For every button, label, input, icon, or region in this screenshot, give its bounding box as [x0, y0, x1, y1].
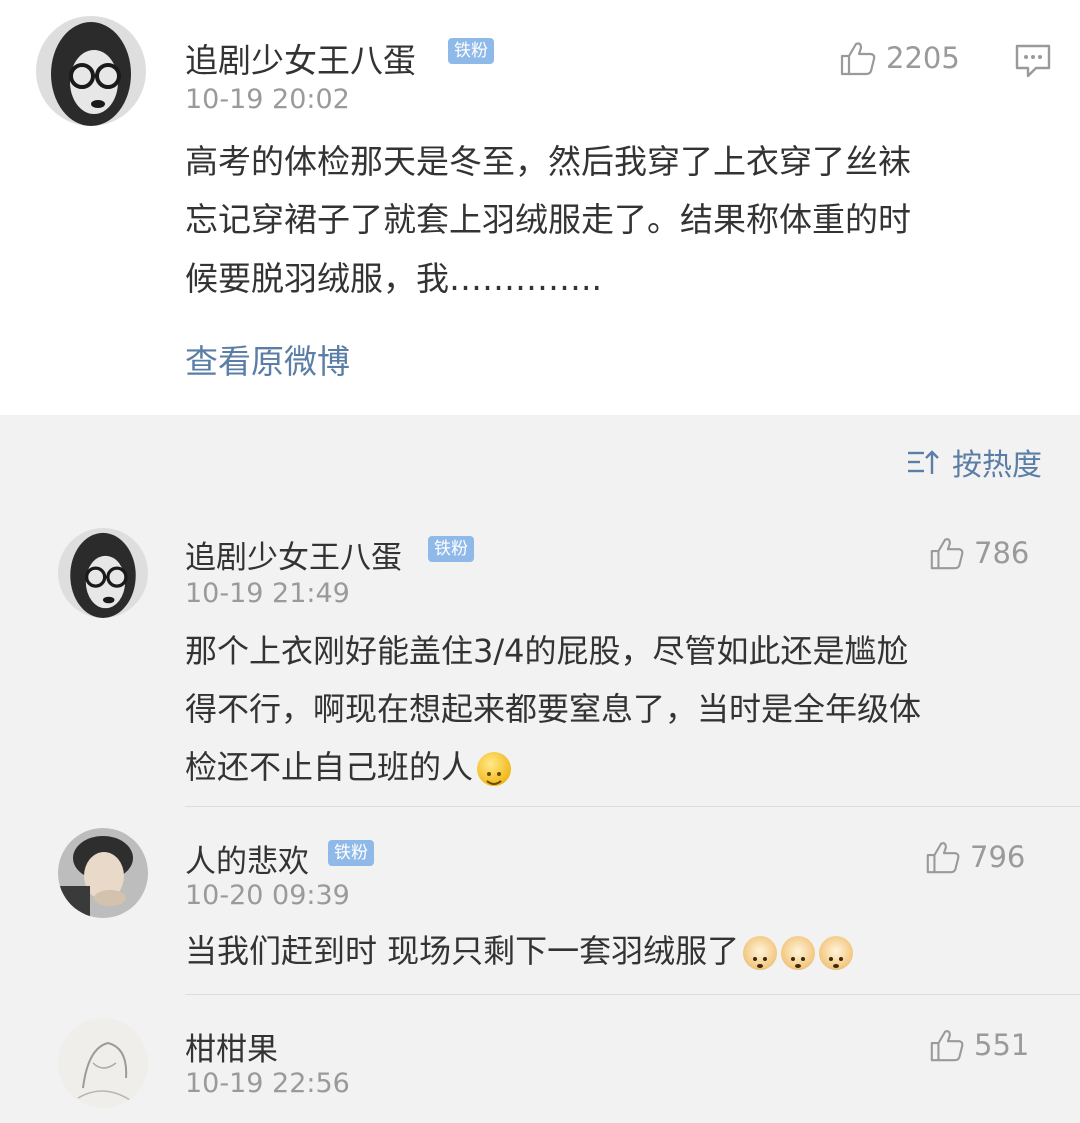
comment-like-count: 551	[974, 1028, 1030, 1062]
comment-time: 10-19 21:49	[185, 578, 350, 609]
commenter-name[interactable]: 追剧少女王八蛋	[185, 532, 402, 577]
comment-like-button[interactable]: 796	[924, 838, 1025, 876]
fan-badge: 铁粉	[448, 38, 494, 64]
comment-content-line: 那个上衣刚好能盖住3/4的屁股，尽管如此还是尴尬	[185, 632, 909, 670]
sort-icon	[908, 450, 939, 474]
comment-icon[interactable]	[1014, 43, 1052, 83]
post-author-avatar[interactable]	[36, 16, 146, 126]
thumbs-up-icon	[930, 1030, 964, 1062]
post-time: 10-19 20:02	[185, 84, 350, 115]
fan-badge: 铁粉	[428, 536, 474, 562]
commenter-name[interactable]: 人的悲欢	[185, 836, 309, 881]
thumbs-up-icon	[930, 538, 964, 570]
post-content-line: 候要脱羽绒服，我…………..	[185, 259, 602, 298]
commenter-avatar[interactable]	[58, 528, 148, 618]
comment-like-button[interactable]: 786	[928, 534, 1029, 572]
comment-like-count: 786	[974, 536, 1030, 570]
comment-content-line-with-emoji: 当我们赶到时 现场只剩下一套羽绒服了	[185, 920, 854, 982]
commenter-name[interactable]: 柑柑果	[185, 1024, 278, 1069]
post-author-name[interactable]: 追剧少女王八蛋	[185, 34, 416, 82]
doge-emoji	[781, 936, 816, 970]
comment-like-button[interactable]: 551	[928, 1026, 1029, 1064]
comment-time: 10-20 09:39	[185, 880, 350, 911]
fan-badge: 铁粉	[328, 840, 374, 866]
commenter-avatar[interactable]	[58, 1018, 148, 1108]
comments-section	[0, 415, 1080, 1123]
comment-content-line: 得不行，啊现在想起来都要窒息了，当时是全年级体	[185, 690, 922, 728]
commenter-avatar[interactable]	[58, 828, 148, 918]
post-like-button[interactable]: 2205	[838, 38, 960, 78]
post-content-line: 忘记穿裙子了就套上羽绒服走了。结果称体重的时	[185, 200, 911, 239]
comment-content-line-with-emoji: 检还不止自己班的人	[185, 736, 512, 798]
comment-content-line: 当我们赶到时 现场只剩下一套羽绒服了	[185, 932, 740, 970]
thumbs-up-icon	[926, 842, 960, 874]
comment-divider	[185, 806, 1080, 807]
doge-emoji	[819, 936, 854, 970]
sort-label: 按热度	[952, 448, 1042, 483]
smile-emoji	[477, 752, 512, 786]
post-content-line: 高考的体检那天是冬至，然后我穿了上衣穿了丝袜	[185, 142, 911, 181]
thumbs-up-icon	[840, 42, 876, 76]
comment-content-line: 检还不止自己班的人	[185, 748, 474, 786]
comment-divider	[185, 994, 1080, 995]
comment-like-count: 796	[970, 840, 1026, 874]
post-like-count: 2205	[886, 41, 960, 75]
doge-emoji	[743, 936, 778, 970]
comment-time: 10-19 22:56	[185, 1068, 350, 1099]
view-original-link[interactable]: 查看原微博	[185, 335, 350, 383]
sort-by-hot-button[interactable]: 按热度	[906, 440, 1042, 484]
